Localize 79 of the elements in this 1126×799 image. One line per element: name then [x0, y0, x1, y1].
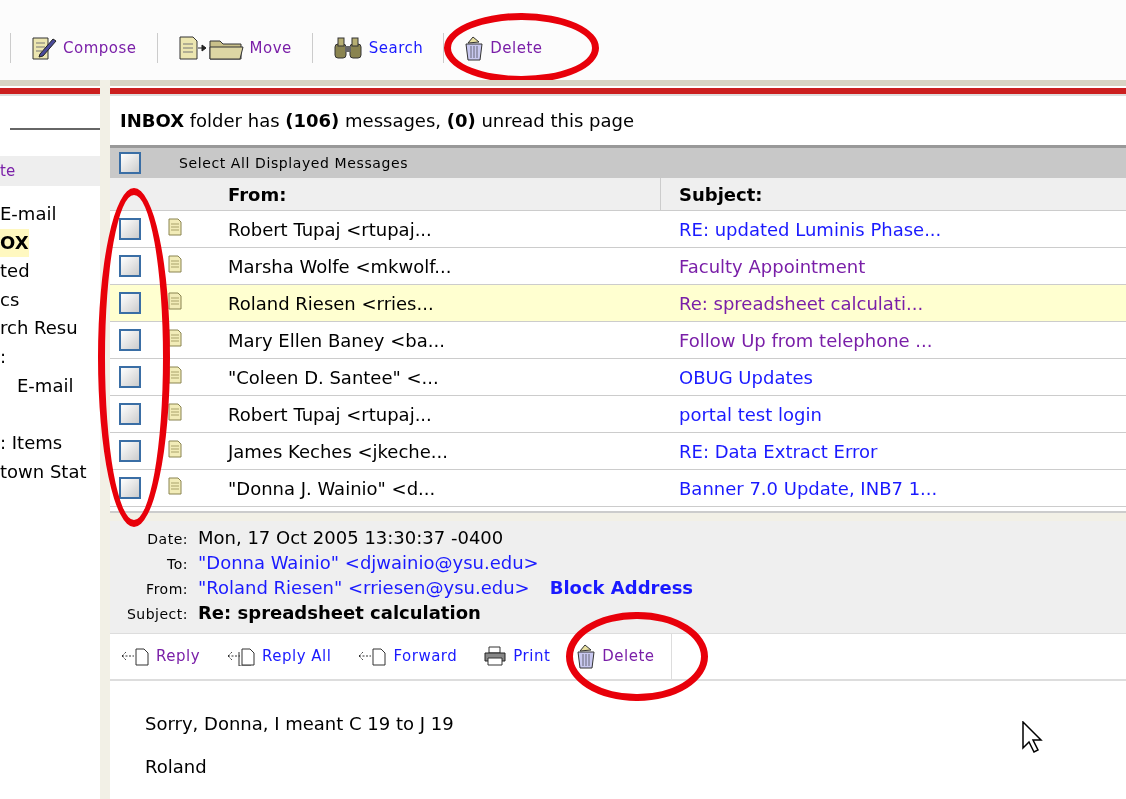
message-row[interactable]: James Keches <jkeche... RE: Data Extract Error — [110, 433, 1126, 471]
from-column-header[interactable]: From: — [228, 183, 287, 205]
sidebar-item[interactable]: : Items — [0, 429, 100, 458]
mouse-cursor-icon — [1022, 721, 1044, 753]
sidebar-item[interactable]: ted — [0, 257, 100, 286]
message-checkbox[interactable] — [119, 403, 141, 426]
folder-summary: INBOX folder has (106) messages, (0) unread this page — [119, 108, 636, 133]
move-to-folder-icon — [177, 35, 244, 61]
reply-icon — [226, 646, 257, 667]
compose-icon — [31, 35, 57, 61]
address-link[interactable]: "Donna Wainio" <djwainio@ysu.edu> — [198, 551, 539, 573]
message-checkbox[interactable] — [119, 255, 141, 278]
select-all-label: Select All Displayed Messages — [179, 154, 409, 171]
message-icon — [168, 366, 182, 385]
message-body-text: Sorry, Donna, I meant C 19 to J 19 — [145, 713, 455, 734]
subject-link[interactable]: portal test login — [679, 403, 822, 425]
sidebar-item[interactable]: E-mail — [0, 371, 100, 401]
header-value: Mon, 17 Oct 2005 13:30:37 -0400 — [198, 526, 504, 548]
message-row[interactable]: "Coleen D. Santee" <... OBUG Updates — [110, 359, 1126, 397]
toolbar-button[interactable]: Search — [312, 36, 444, 60]
message-checkbox[interactable] — [119, 440, 141, 463]
subject-link[interactable]: Follow Up from telephone ... — [679, 329, 933, 351]
sidebar-item[interactable]: town Stat — [0, 457, 100, 487]
header-label: Subject: — [125, 605, 189, 622]
message-checkbox[interactable] — [119, 292, 141, 315]
message-icon — [168, 403, 182, 422]
sender: James Keches <jkeche... — [228, 440, 448, 462]
subject-column-header[interactable]: Subject: — [679, 183, 763, 205]
address-link[interactable]: "Roland Riesen" <rriesen@ysu.edu> — [198, 576, 530, 598]
message-row[interactable]: Roland Riesen <rries... Re: spreadsheet calculati... — [110, 285, 1126, 323]
message-row[interactable]: Robert Tupaj <rtupaj... RE: updated Luminis Phase... — [110, 211, 1126, 249]
trash-can-icon — [576, 643, 597, 670]
message-row[interactable]: "Donna J. Wainio" <d... Banner 7.0 Update, INB7 1... — [110, 470, 1126, 508]
sender: Robert Tupaj <rtupaj... — [228, 218, 432, 240]
header-label: To: — [166, 555, 189, 572]
sidebar-item[interactable]: : — [0, 342, 100, 372]
message-body-text: Roland — [145, 756, 208, 777]
subject-link[interactable]: OBUG Updates — [679, 366, 813, 388]
message-icon — [168, 477, 182, 496]
binoculars-icon — [332, 36, 363, 60]
message-icon — [168, 218, 182, 237]
sender: Robert Tupaj <rtupaj... — [228, 403, 432, 425]
message-row[interactable]: Robert Tupaj <rtupaj... portal test login — [110, 396, 1126, 434]
sidebar-item[interactable]: cs — [0, 285, 100, 315]
toolbar-button[interactable]: Compose — [11, 35, 157, 61]
sender: "Coleen D. Santee" <... — [228, 366, 439, 388]
sidebar-item[interactable]: rch Resu — [0, 314, 100, 343]
subject-link[interactable]: Re: spreadsheet calculati... — [679, 292, 924, 314]
subject-link[interactable]: RE: updated Luminis Phase... — [679, 218, 942, 240]
subject-link[interactable]: RE: Data Extract Error — [679, 440, 878, 462]
sidebar-item[interactable]: E-mail — [0, 200, 100, 229]
message-checkbox[interactable] — [119, 329, 141, 352]
trash-can-icon — [464, 35, 485, 61]
message-icon — [168, 329, 182, 348]
sender: Marsha Wolfe <mkwolf... — [228, 255, 452, 277]
reply-icon — [357, 646, 388, 667]
header-label: From: — [145, 580, 189, 597]
sender: "Donna J. Wainio" <d... — [228, 477, 436, 499]
subject-link[interactable]: Faculty Appointment — [679, 255, 866, 277]
message-icon — [168, 255, 182, 274]
reply-icon — [120, 646, 150, 667]
message-icon — [168, 440, 182, 459]
sidebar-item[interactable]: OX — [0, 228, 29, 258]
toolbar-button[interactable]: Move — [157, 35, 312, 61]
printer-icon — [483, 646, 508, 667]
block-address-link[interactable]: Block Address — [549, 576, 694, 598]
header-value: Re: spreadsheet calculation — [198, 601, 481, 623]
message-checkbox[interactable] — [119, 218, 141, 241]
toolbar-button[interactable]: Delete — [444, 35, 563, 61]
message-checkbox[interactable] — [119, 366, 141, 389]
message-icon — [168, 292, 182, 311]
message-checkbox[interactable] — [119, 477, 141, 500]
sender: Mary Ellen Baney <ba... — [228, 329, 445, 351]
select-all-checkbox[interactable] — [119, 151, 141, 174]
header-label: Date: — [146, 530, 189, 547]
subject-link[interactable]: Banner 7.0 Update, INB7 1... — [679, 477, 938, 499]
sender: Roland Riesen <rries... — [228, 292, 434, 314]
sidebar-link[interactable]: te — [0, 162, 16, 180]
message-row[interactable]: Mary Ellen Baney <ba... Follow Up from telephone ... — [110, 322, 1126, 360]
